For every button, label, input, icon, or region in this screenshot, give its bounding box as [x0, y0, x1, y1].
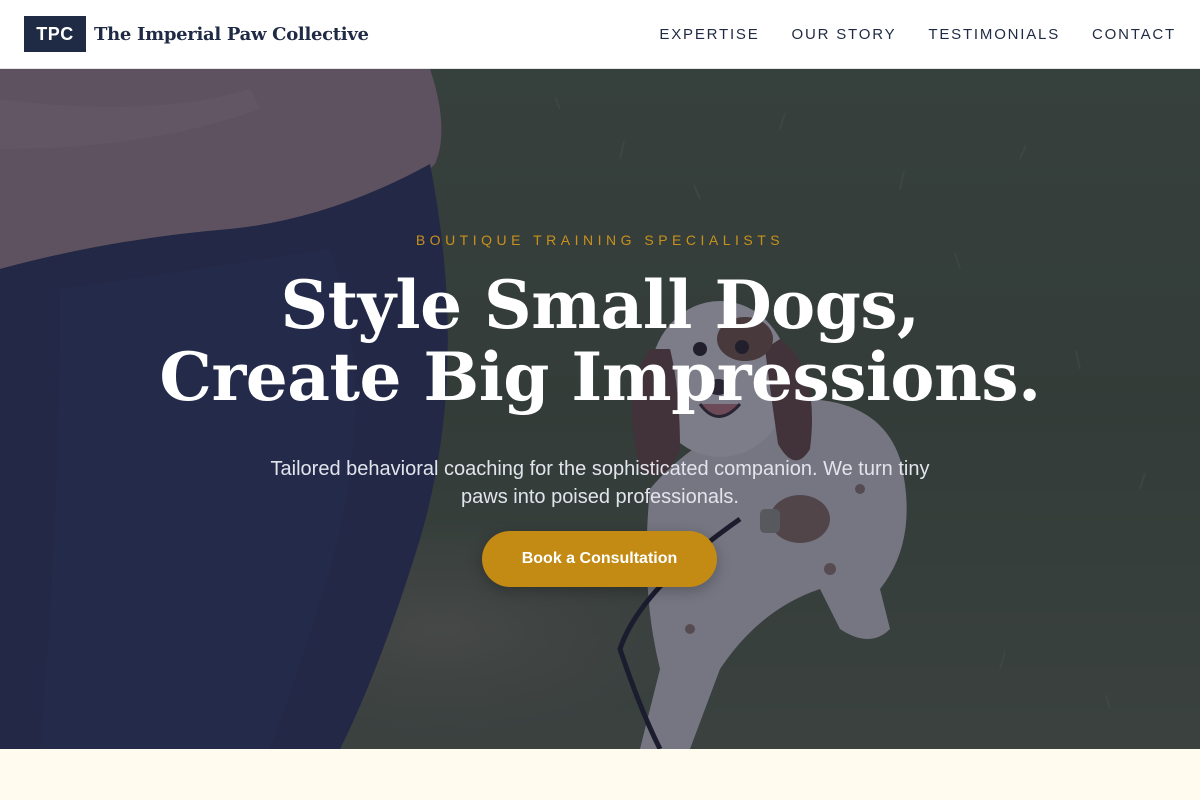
book-consultation-button[interactable]: Book a Consultation: [482, 531, 717, 587]
nav-link-contact[interactable]: CONTACT: [1092, 26, 1176, 43]
brand-name: The Imperial Paw Collective: [94, 23, 369, 45]
nav-link-expertise[interactable]: EXPERTISE: [659, 26, 759, 43]
hero-section: BOUTIQUE TRAINING SPECIALISTS Style Smal…: [0, 69, 1200, 749]
brand-logo-link[interactable]: TPC The Imperial Paw Collective: [24, 16, 369, 52]
hero-subtext: Tailored behavioral coaching for the sop…: [270, 458, 930, 508]
hero-eyebrow: BOUTIQUE TRAINING SPECIALISTS: [415, 232, 785, 248]
site-header: TPC The Imperial Paw Collective EXPERTIS…: [0, 0, 1200, 69]
main-nav: EXPERTISE OUR STORY TESTIMONIALS CONTACT: [627, 26, 1176, 43]
hero-content: BOUTIQUE TRAINING SPECIALISTS Style Smal…: [0, 69, 1200, 749]
hero-headline: Style Small Dogs, Create Big Impressions…: [0, 269, 1200, 413]
next-section: [0, 749, 1200, 800]
hero-headline-line-2: Create Big Impressions.: [159, 338, 1041, 416]
hero-headline-line-1: Style Small Dogs,: [280, 266, 920, 344]
logo-mark: TPC: [24, 16, 86, 52]
nav-link-testimonials[interactable]: TESTIMONIALS: [928, 26, 1060, 43]
nav-link-our-story[interactable]: OUR STORY: [792, 26, 897, 43]
